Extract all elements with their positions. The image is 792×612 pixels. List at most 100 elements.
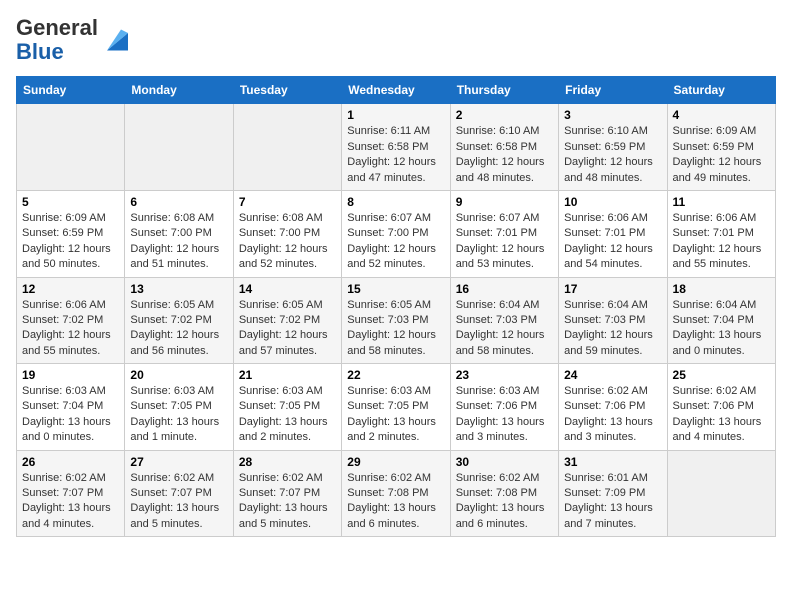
day-number: 3	[564, 108, 661, 122]
calendar-cell: 20 Sunrise: 6:03 AM Sunset: 7:05 PM Dayli…	[125, 364, 233, 451]
calendar-cell: 24 Sunrise: 6:02 AM Sunset: 7:06 PM Dayli…	[559, 364, 667, 451]
day-number: 25	[673, 368, 770, 382]
calendar-cell: 18Sunrise: 6:04 AM Sunset: 7:04 PM Dayli…	[667, 277, 775, 364]
calendar-cell: 3 Sunrise: 6:10 AM Sunset: 6:59 PM Daylig…	[559, 104, 667, 191]
day-number: 7	[239, 195, 336, 209]
day-number: 22	[347, 368, 444, 382]
day-info: Sunrise: 6:05 AM Sunset: 7:03 PM Dayligh…	[347, 298, 444, 360]
day-number: 20	[130, 368, 227, 382]
calendar-cell: 25 Sunrise: 6:02 AM Sunset: 7:06 PM Dayli…	[667, 364, 775, 451]
calendar-cell: 14Sunrise: 6:05 AM Sunset: 7:02 PM Dayli…	[233, 277, 341, 364]
calendar-week-row: 5 Sunrise: 6:09 AM Sunset: 6:59 PM Daylig…	[17, 190, 776, 277]
day-number: 28	[239, 455, 336, 469]
day-number: 12	[22, 282, 119, 296]
calendar-cell	[233, 104, 341, 191]
calendar-cell: 11 Sunrise: 6:06 AM Sunset: 7:01 PM Dayli…	[667, 190, 775, 277]
day-info: Sunrise: 6:02 AM Sunset: 7:07 PM Dayligh…	[239, 471, 336, 533]
day-number: 11	[673, 195, 770, 209]
calendar-cell: 21 Sunrise: 6:03 AM Sunset: 7:05 PM Dayli…	[233, 364, 341, 451]
column-header-friday: Friday	[559, 77, 667, 104]
calendar-week-row: 26 Sunrise: 6:02 AM Sunset: 7:07 PM Dayli…	[17, 450, 776, 537]
day-number: 21	[239, 368, 336, 382]
day-info: Sunrise: 6:04 AM Sunset: 7:03 PM Dayligh…	[564, 298, 661, 360]
calendar-cell: 19 Sunrise: 6:03 AM Sunset: 7:04 PM Dayli…	[17, 364, 125, 451]
calendar-cell: 29 Sunrise: 6:02 AM Sunset: 7:08 PM Dayli…	[342, 450, 450, 537]
day-number: 23	[456, 368, 553, 382]
day-number: 29	[347, 455, 444, 469]
calendar-cell: 6 Sunrise: 6:08 AM Sunset: 7:00 PM Daylig…	[125, 190, 233, 277]
calendar-cell: 8Sunrise: 6:07 AM Sunset: 7:00 PM Daylig…	[342, 190, 450, 277]
day-number: 10	[564, 195, 661, 209]
day-number: 27	[130, 455, 227, 469]
logo-general-text: General	[16, 15, 98, 40]
calendar-cell: 17 Sunrise: 6:04 AM Sunset: 7:03 PM Dayli…	[559, 277, 667, 364]
day-info: Sunrise: 6:08 AM Sunset: 7:00 PM Dayligh…	[239, 211, 336, 273]
day-info: Sunrise: 6:09 AM Sunset: 6:59 PM Dayligh…	[22, 211, 119, 273]
day-number: 5	[22, 195, 119, 209]
calendar-week-row: 1Sunrise: 6:11 AM Sunset: 6:58 PM Daylig…	[17, 104, 776, 191]
day-info: Sunrise: 6:02 AM Sunset: 7:07 PM Dayligh…	[22, 471, 119, 533]
day-info: Sunrise: 6:02 AM Sunset: 7:08 PM Dayligh…	[456, 471, 553, 533]
calendar-week-row: 19 Sunrise: 6:03 AM Sunset: 7:04 PM Dayli…	[17, 364, 776, 451]
day-number: 9	[456, 195, 553, 209]
day-number: 15	[347, 282, 444, 296]
day-info: Sunrise: 6:03 AM Sunset: 7:05 PM Dayligh…	[239, 384, 336, 446]
day-info: Sunrise: 6:10 AM Sunset: 6:58 PM Dayligh…	[456, 124, 553, 186]
column-header-wednesday: Wednesday	[342, 77, 450, 104]
calendar-header-row: SundayMondayTuesdayWednesdayThursdayFrid…	[17, 77, 776, 104]
day-info: Sunrise: 6:07 AM Sunset: 7:00 PM Dayligh…	[347, 211, 444, 273]
calendar-cell: 10 Sunrise: 6:06 AM Sunset: 7:01 PM Dayli…	[559, 190, 667, 277]
calendar-cell	[17, 104, 125, 191]
day-info: Sunrise: 6:06 AM Sunset: 7:01 PM Dayligh…	[564, 211, 661, 273]
day-info: Sunrise: 6:02 AM Sunset: 7:07 PM Dayligh…	[130, 471, 227, 533]
column-header-thursday: Thursday	[450, 77, 558, 104]
day-number: 26	[22, 455, 119, 469]
day-info: Sunrise: 6:03 AM Sunset: 7:05 PM Dayligh…	[130, 384, 227, 446]
day-number: 31	[564, 455, 661, 469]
logo: General Blue	[16, 16, 128, 64]
day-number: 17	[564, 282, 661, 296]
calendar-cell: 26 Sunrise: 6:02 AM Sunset: 7:07 PM Dayli…	[17, 450, 125, 537]
calendar-cell: 12 Sunrise: 6:06 AM Sunset: 7:02 PM Dayli…	[17, 277, 125, 364]
day-number: 24	[564, 368, 661, 382]
calendar-cell: 27 Sunrise: 6:02 AM Sunset: 7:07 PM Dayli…	[125, 450, 233, 537]
day-info: Sunrise: 6:03 AM Sunset: 7:06 PM Dayligh…	[456, 384, 553, 446]
day-info: Sunrise: 6:06 AM Sunset: 7:01 PM Dayligh…	[673, 211, 770, 273]
calendar-cell: 31 Sunrise: 6:01 AM Sunset: 7:09 PM Dayli…	[559, 450, 667, 537]
logo-icon	[100, 26, 128, 54]
day-info: Sunrise: 6:02 AM Sunset: 7:06 PM Dayligh…	[564, 384, 661, 446]
day-number: 6	[130, 195, 227, 209]
calendar-cell: 2Sunrise: 6:10 AM Sunset: 6:58 PM Daylig…	[450, 104, 558, 191]
day-info: Sunrise: 6:10 AM Sunset: 6:59 PM Dayligh…	[564, 124, 661, 186]
day-info: Sunrise: 6:02 AM Sunset: 7:08 PM Dayligh…	[347, 471, 444, 533]
day-number: 4	[673, 108, 770, 122]
page-header: General Blue	[16, 16, 776, 64]
day-info: Sunrise: 6:02 AM Sunset: 7:06 PM Dayligh…	[673, 384, 770, 446]
day-info: Sunrise: 6:07 AM Sunset: 7:01 PM Dayligh…	[456, 211, 553, 273]
day-info: Sunrise: 6:04 AM Sunset: 7:03 PM Dayligh…	[456, 298, 553, 360]
day-number: 19	[22, 368, 119, 382]
calendar-cell: 16 Sunrise: 6:04 AM Sunset: 7:03 PM Dayli…	[450, 277, 558, 364]
logo-blue-text: Blue	[16, 39, 64, 64]
calendar-table: SundayMondayTuesdayWednesdayThursdayFrid…	[16, 76, 776, 537]
calendar-cell: 28 Sunrise: 6:02 AM Sunset: 7:07 PM Dayli…	[233, 450, 341, 537]
column-header-saturday: Saturday	[667, 77, 775, 104]
calendar-cell: 22Sunrise: 6:03 AM Sunset: 7:05 PM Dayli…	[342, 364, 450, 451]
day-info: Sunrise: 6:06 AM Sunset: 7:02 PM Dayligh…	[22, 298, 119, 360]
day-info: Sunrise: 6:05 AM Sunset: 7:02 PM Dayligh…	[130, 298, 227, 360]
calendar-cell: 23 Sunrise: 6:03 AM Sunset: 7:06 PM Dayli…	[450, 364, 558, 451]
day-info: Sunrise: 6:03 AM Sunset: 7:04 PM Dayligh…	[22, 384, 119, 446]
day-number: 1	[347, 108, 444, 122]
day-number: 16	[456, 282, 553, 296]
calendar-cell: 30Sunrise: 6:02 AM Sunset: 7:08 PM Dayli…	[450, 450, 558, 537]
day-info: Sunrise: 6:08 AM Sunset: 7:00 PM Dayligh…	[130, 211, 227, 273]
calendar-cell: 13 Sunrise: 6:05 AM Sunset: 7:02 PM Dayli…	[125, 277, 233, 364]
calendar-week-row: 12 Sunrise: 6:06 AM Sunset: 7:02 PM Dayli…	[17, 277, 776, 364]
calendar-cell: 1Sunrise: 6:11 AM Sunset: 6:58 PM Daylig…	[342, 104, 450, 191]
day-info: Sunrise: 6:05 AM Sunset: 7:02 PM Dayligh…	[239, 298, 336, 360]
day-info: Sunrise: 6:01 AM Sunset: 7:09 PM Dayligh…	[564, 471, 661, 533]
column-header-sunday: Sunday	[17, 77, 125, 104]
day-number: 13	[130, 282, 227, 296]
calendar-cell	[667, 450, 775, 537]
calendar-cell	[125, 104, 233, 191]
